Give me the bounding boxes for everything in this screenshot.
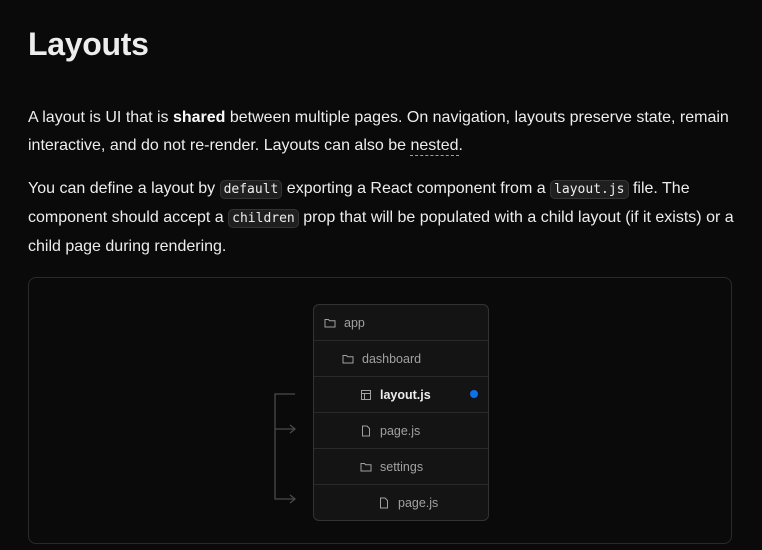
layout-diagram: app dashboard layout.js page.js settings… xyxy=(28,277,732,544)
shared-emphasis: shared xyxy=(172,109,226,126)
folder-icon xyxy=(360,462,372,471)
file-icon xyxy=(362,425,370,436)
intro-text-3: . xyxy=(458,137,463,154)
tree-item-dashboard[interactable]: dashboard xyxy=(314,340,488,376)
code-children: children xyxy=(228,209,299,228)
tree-item-settings-page-js[interactable]: page.js xyxy=(314,484,488,520)
file-icon xyxy=(380,497,388,508)
tree-item-label: settings xyxy=(380,459,424,474)
tree-item-label: page.js xyxy=(398,495,439,510)
active-indicator-dot xyxy=(470,390,478,398)
folder-icon xyxy=(324,318,336,327)
intro-paragraph: A layout is UI that is shared between mu… xyxy=(28,104,738,160)
code-default: default xyxy=(219,180,283,199)
layout-file-icon xyxy=(361,389,371,400)
tree-item-label: page.js xyxy=(380,423,421,438)
tree-item-label: layout.js xyxy=(380,387,431,402)
intro-text-1: A layout is UI that is xyxy=(28,109,173,126)
page-title: Layouts xyxy=(28,26,149,62)
tree-item-app[interactable]: app xyxy=(314,305,488,340)
definition-paragraph: You can define a layout by default expor… xyxy=(28,175,738,261)
tree-item-label: app xyxy=(344,315,365,330)
code-layout-js: layout.js xyxy=(550,180,629,199)
tree-item-page-js[interactable]: page.js xyxy=(314,412,488,448)
folder-icon xyxy=(342,354,354,363)
tree-item-settings[interactable]: settings xyxy=(314,448,488,484)
def-text-1: You can define a layout by xyxy=(28,180,220,197)
file-tree: app dashboard layout.js page.js settings… xyxy=(313,304,489,521)
tree-item-label: dashboard xyxy=(362,351,422,366)
nesting-bracket-icon xyxy=(274,393,297,504)
def-text-2: exporting a React component from a xyxy=(282,180,551,197)
nested-link[interactable]: nested xyxy=(410,137,459,156)
tree-item-layout-js[interactable]: layout.js xyxy=(314,376,488,412)
